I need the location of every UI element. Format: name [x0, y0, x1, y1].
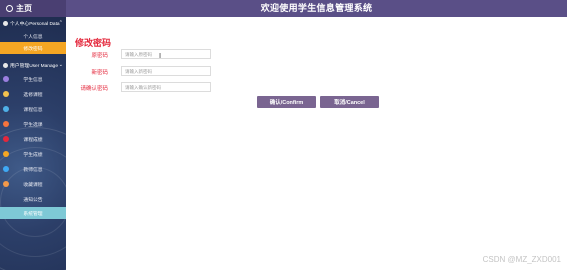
- sidebar-item-course-grades[interactable]: 课程成绩: [0, 133, 66, 145]
- menu-dot-icon: [3, 151, 9, 157]
- confirm-button[interactable]: 确认/Confirm: [257, 96, 316, 108]
- top-header: 主页 欢迎使用学生信息管理系统: [0, 0, 567, 17]
- users-icon: [3, 62, 8, 68]
- watermark: CSDN @MZ_ZXD001: [482, 255, 561, 264]
- menu-dot-icon: [3, 181, 9, 187]
- sidebar-item-label: 系统管理: [23, 211, 43, 217]
- menu-dot-icon: [3, 136, 9, 142]
- confirm-password-input[interactable]: [121, 82, 211, 92]
- sidebar-item-student-selection[interactable]: 学生选课: [0, 118, 66, 130]
- sidebar-item-label: 收藏课程: [23, 182, 43, 188]
- sidebar-item-label: 学生选课: [23, 122, 43, 128]
- sidebar-item-favorite-course[interactable]: 收藏课程: [0, 178, 66, 190]
- page-title: 修改密码: [75, 38, 112, 48]
- menu-group-label: 个人中心Personal Data: [10, 21, 60, 27]
- user-icon: [3, 20, 8, 26]
- cancel-button[interactable]: 取消/Cancel: [320, 96, 379, 108]
- sidebar-item-course-info[interactable]: 课程信息: [0, 103, 66, 115]
- menu-dot-icon: [3, 76, 9, 82]
- app-title: 欢迎使用学生信息管理系统: [260, 3, 373, 13]
- old-password-label: 原密码: [91, 53, 108, 59]
- sidebar-item-personal-info[interactable]: 个人信息: [0, 30, 66, 42]
- new-password-label: 新密码: [91, 70, 108, 76]
- menu-dot-icon: [3, 121, 9, 127]
- sidebar-item-label: 个人信息: [23, 34, 43, 40]
- new-password-input[interactable]: [121, 66, 211, 76]
- text-cursor-icon: I: [159, 52, 162, 60]
- menu-group-personal[interactable]: 个人中心Personal Data ⌃: [0, 17, 66, 29]
- sidebar-item-label: 通知公告: [23, 197, 43, 203]
- menu-dot-icon: [3, 166, 9, 172]
- sidebar-item-label: 课程成绩: [23, 137, 43, 143]
- chevron-up-icon: ⌃: [58, 20, 63, 26]
- sidebar-item-label: 学生信息: [23, 77, 43, 83]
- home-icon: [6, 5, 13, 12]
- menu-dot-icon: [3, 106, 9, 112]
- old-password-input[interactable]: [121, 49, 211, 59]
- home-link[interactable]: 主页: [0, 0, 66, 17]
- sidebar-item-teacher-info[interactable]: 教师信息: [0, 163, 66, 175]
- sidebar-item-system-manage[interactable]: 系统管理: [0, 207, 66, 219]
- sidebar-item-label: 教师信息: [23, 167, 43, 173]
- home-label: 主页: [16, 4, 32, 13]
- confirm-password-label: 请确认密码: [80, 86, 108, 92]
- sidebar-item-label: 课程信息: [23, 107, 43, 113]
- sidebar-item-label: 学生成绩: [23, 152, 43, 158]
- sidebar-item-student-grades[interactable]: 学生成绩: [0, 148, 66, 160]
- sidebar-item-notice[interactable]: 通知公告: [0, 193, 66, 205]
